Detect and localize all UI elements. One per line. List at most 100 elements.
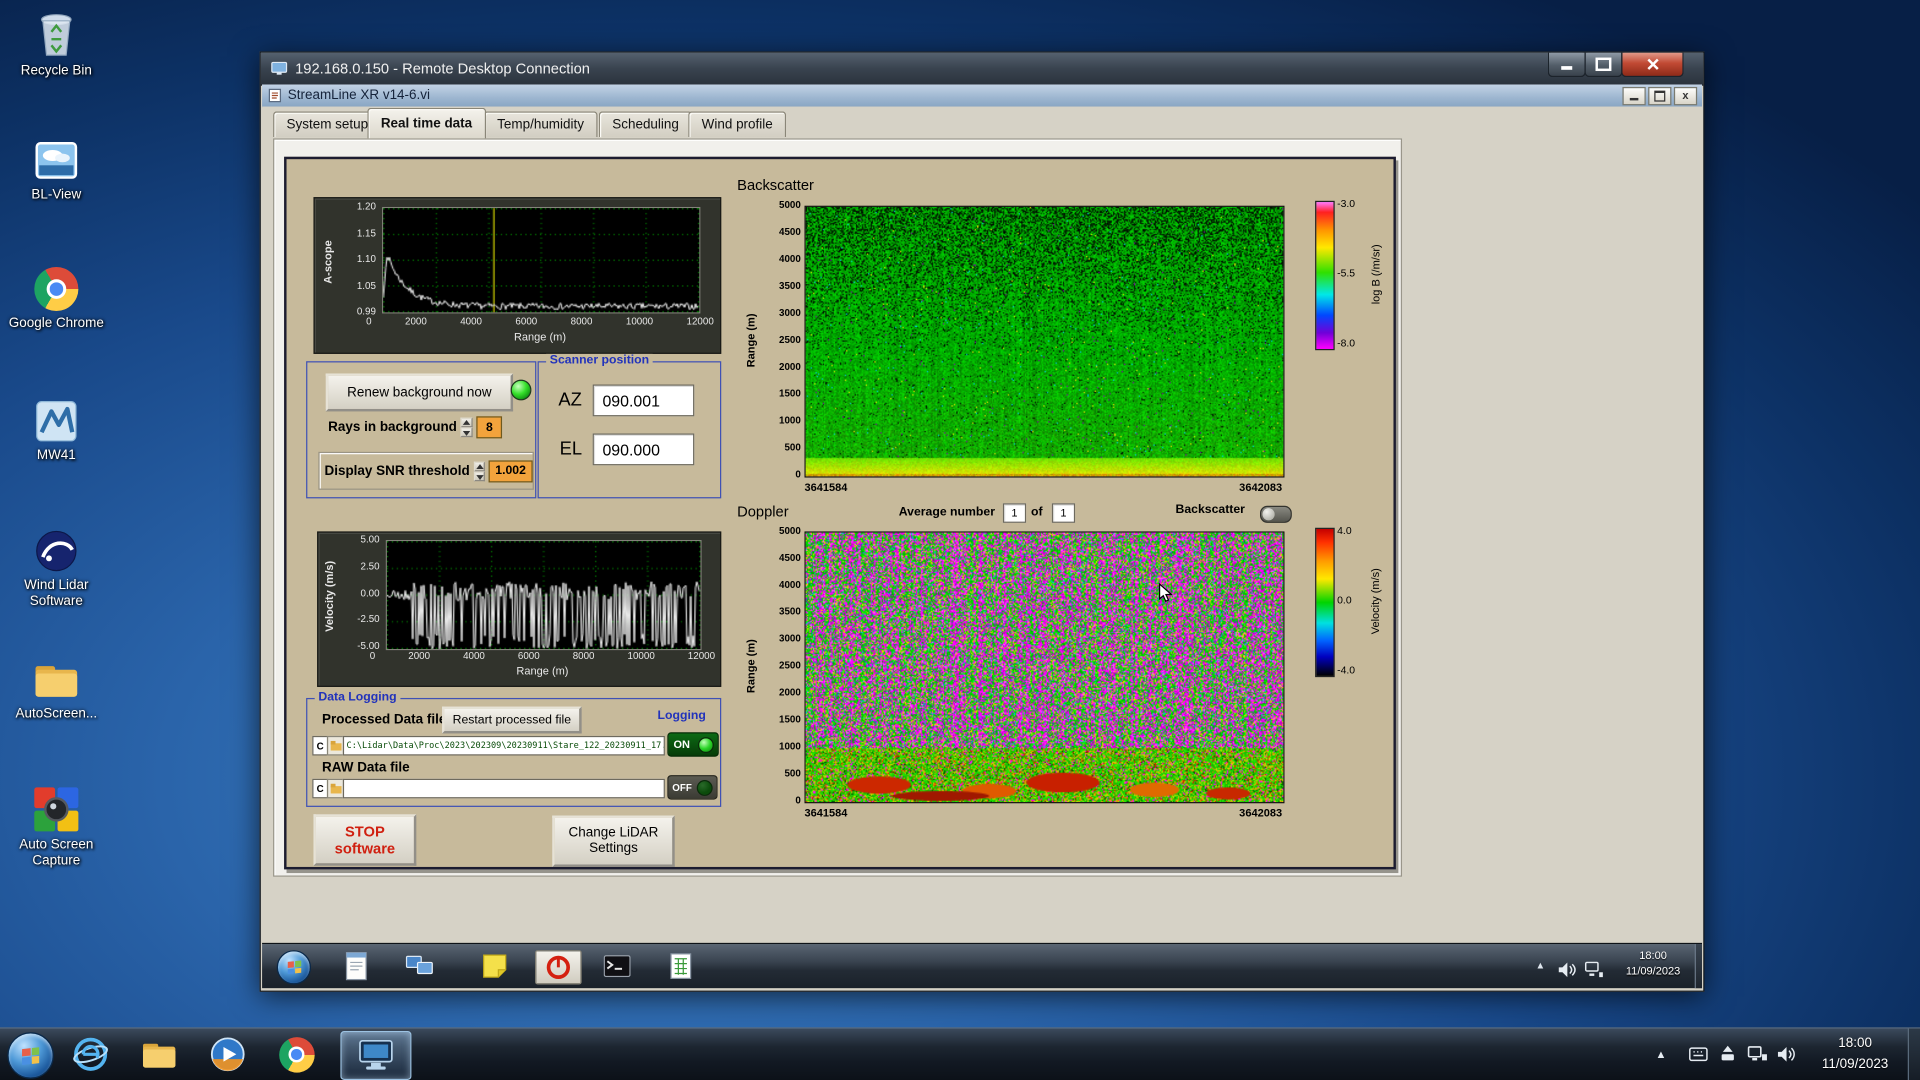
backscatter-toggle-switch[interactable]	[1260, 505, 1292, 523]
tray-network[interactable]	[1746, 1043, 1768, 1065]
remote-clock[interactable]: 18:00 11/09/2023	[1614, 948, 1692, 979]
remote-tray-expand-icon[interactable]: ▲	[1536, 960, 1546, 971]
tray-volume[interactable]	[1776, 1043, 1798, 1065]
el-value-field[interactable]: 090.000	[592, 433, 695, 466]
rays-value-field[interactable]: 8	[476, 416, 503, 439]
remote-show-desktop-button[interactable]	[1694, 944, 1703, 989]
tray-expand-icon[interactable]: ▲	[1656, 1048, 1667, 1060]
processed-drive-chip[interactable]: C	[312, 735, 329, 756]
processed-logging-toggle-on[interactable]: ON	[667, 732, 719, 757]
average-count-field[interactable]: 1	[1051, 503, 1076, 523]
xr-file-icon	[670, 953, 692, 979]
remote-tray-volume[interactable]	[1555, 954, 1579, 986]
raw-browse-button[interactable]	[326, 778, 345, 799]
remote-taskbar-xr-file[interactable]	[662, 950, 699, 982]
windows-flag-icon	[22, 1046, 40, 1065]
desktop-icon-autoscreen-folder[interactable]: AutoScreen...	[0, 658, 113, 722]
app-close-button[interactable]: x	[1673, 86, 1698, 106]
start-button[interactable]	[7, 1032, 54, 1079]
desktop-icon-bl-view[interactable]: BL-View	[0, 138, 113, 202]
doppler-plot-area[interactable]	[804, 531, 1285, 804]
logging-label: Logging	[657, 708, 706, 723]
snr-threshold-control: Display SNR threshold 1.002	[318, 451, 534, 490]
computers-icon	[405, 955, 433, 975]
desktop-icon-google-chrome[interactable]: Google Chrome	[0, 266, 113, 331]
rdp-maximize-button[interactable]	[1584, 52, 1623, 78]
volume-icon	[1558, 962, 1576, 978]
desktop-icon-mw41[interactable]: MW41	[0, 399, 113, 463]
restart-processed-file-button[interactable]: Restart processed file	[442, 706, 582, 734]
desktop-icon-auto-screen-capture[interactable]: Auto Screen Capture	[0, 786, 113, 868]
snr-value-field[interactable]: 1.002	[488, 459, 533, 482]
remote-taskbar-command-prompt[interactable]	[599, 950, 636, 982]
remote-taskbar-sticky-notes[interactable]	[476, 950, 513, 982]
show-desktop-button[interactable]	[1907, 1028, 1920, 1080]
desktop-icon-recycle-bin[interactable]: Recycle Bin	[0, 10, 113, 79]
backscatter-y-axis-label: Range (m)	[744, 313, 757, 368]
processed-path-field[interactable]: C:\Lidar\Data\Proc\2023\202309\20230911\…	[342, 735, 665, 756]
browse-folder-icon	[330, 740, 342, 751]
remote-desktop: StreamLine XR v14-6.vi x System setup Re…	[262, 84, 1703, 990]
tab-scheduling[interactable]: Scheduling	[598, 111, 693, 138]
scanner-position-title: Scanner position	[546, 353, 653, 369]
remote-tray-network[interactable]	[1582, 954, 1606, 986]
renew-background-button[interactable]: Renew background now	[325, 373, 514, 412]
tray-eject-media[interactable]	[1717, 1043, 1739, 1065]
browse-folder-icon	[330, 783, 342, 794]
snr-spinner[interactable]	[473, 461, 485, 481]
velocity-plot-area[interactable]	[385, 540, 702, 651]
taskbar-media-player[interactable]	[201, 1031, 255, 1078]
app-restore-button[interactable]	[1648, 86, 1672, 106]
mw41-icon	[36, 401, 77, 442]
remote-start-button[interactable]	[276, 950, 312, 985]
a-scope-y-axis-label: A-scope	[322, 240, 335, 284]
media-player-icon	[210, 1037, 245, 1072]
taskbar-internet-explorer[interactable]	[64, 1031, 118, 1078]
desktop-icon-wind-lidar[interactable]: Wind Lidar Software	[0, 529, 113, 609]
app-titlebar[interactable]: StreamLine XR v14-6.vi x	[262, 84, 1703, 108]
maximize-icon	[1595, 57, 1612, 72]
raw-drive-chip[interactable]: C	[312, 778, 329, 799]
az-value-field[interactable]: 090.001	[592, 384, 695, 417]
velocity-x-ticks: 0 2000 4000 6000 8000 10000 12000	[369, 650, 716, 662]
app-window-buttons: x	[1620, 86, 1698, 106]
change-lidar-settings-button[interactable]: Change LiDAR Settings	[552, 815, 675, 867]
taskbar-remote-desktop-active[interactable]	[340, 1031, 412, 1080]
taskbar-google-chrome[interactable]	[269, 1031, 323, 1078]
backscatter-y-ticks: 5000 4500 4000 3500 3000 2500 2000 1500 1000 500 0	[779, 199, 801, 480]
rays-spinner[interactable]	[460, 417, 473, 438]
processed-browse-button[interactable]	[326, 735, 345, 756]
average-number-field[interactable]: 1	[1002, 503, 1027, 523]
backscatter-plot-area[interactable]	[804, 205, 1285, 478]
app-minimize-button[interactable]	[1622, 86, 1646, 106]
app-window-title: StreamLine XR v14-6.vi	[287, 88, 431, 103]
close-icon	[1646, 58, 1659, 71]
stop-software-button[interactable]: STOP software	[313, 814, 417, 866]
command-prompt-icon	[603, 955, 631, 978]
remote-clock-date: 11/09/2023	[1625, 964, 1681, 977]
windows-flag-icon	[287, 960, 301, 975]
rdp-close-button[interactable]	[1621, 52, 1684, 78]
tab-real-time-data[interactable]: Real time data	[367, 107, 486, 139]
doppler-plot-title: Doppler	[737, 503, 789, 521]
taskbar: ▲ 18:00 11/09/2023	[0, 1027, 1920, 1080]
remote-taskbar: ▲ 18:00 11/09/2023	[262, 942, 1703, 989]
rdp-titlebar[interactable]: 192.168.0.150 - Remote Desktop Connectio…	[260, 52, 1704, 86]
raw-path-field[interactable]	[342, 778, 665, 799]
doppler-y-axis-label: Range (m)	[744, 639, 757, 694]
remote-taskbar-power-app[interactable]	[535, 950, 582, 985]
background-controls-box: Renew background now Rays in background …	[306, 361, 537, 499]
remote-taskbar-network-places[interactable]	[402, 950, 439, 982]
velocity-y-axis-label: Velocity (m/s)	[323, 560, 336, 632]
taskbar-clock[interactable]: 18:00 11/09/2023	[1807, 1033, 1903, 1073]
tray-input-indicator[interactable]	[1687, 1043, 1709, 1065]
remote-taskbar-notepad[interactable]	[338, 950, 375, 982]
a-scope-plot-area[interactable]	[382, 206, 701, 314]
tab-temp-humidity[interactable]: Temp/humidity	[483, 111, 598, 138]
tab-wind-profile[interactable]: Wind profile	[688, 111, 787, 138]
rdp-minimize-button[interactable]	[1547, 52, 1586, 78]
backscatter-plot-title: Backscatter	[737, 176, 814, 194]
tab-system-setup[interactable]: System setup	[273, 111, 382, 138]
raw-logging-toggle-off[interactable]: OFF	[667, 775, 718, 800]
taskbar-windows-explorer[interactable]	[132, 1031, 186, 1078]
